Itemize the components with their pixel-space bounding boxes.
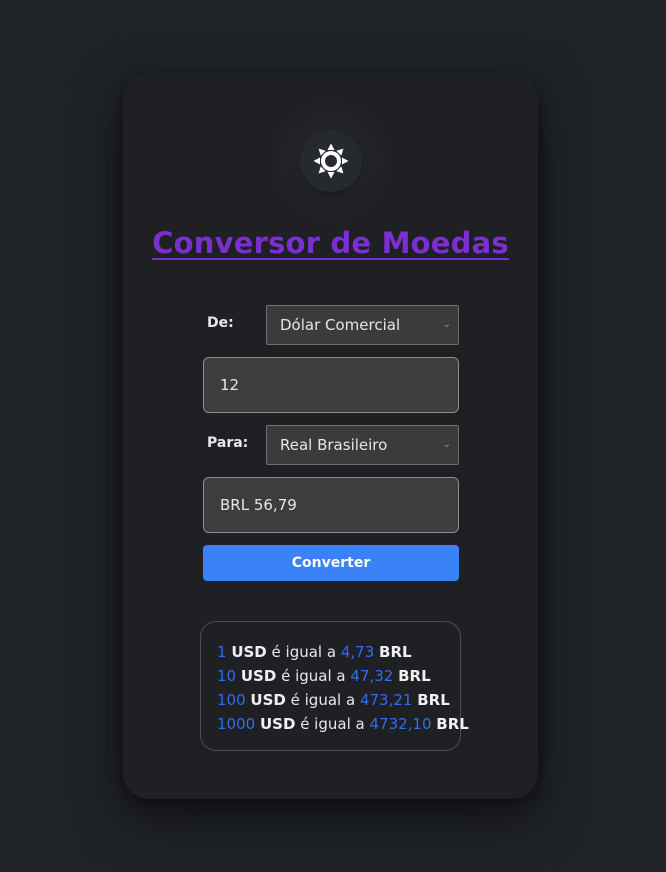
converter-card: Conversor de Moedas De: Dólar Comercial … <box>123 73 538 799</box>
rate-from-currency: USD <box>250 691 286 709</box>
amount-input[interactable]: 12 <box>203 357 459 413</box>
rate-from-currency: USD <box>240 667 277 685</box>
sun-icon <box>313 143 349 179</box>
to-currency-select[interactable]: Real Brasileiro ⌄ <box>266 425 459 465</box>
rate-value: 47,32 <box>350 667 394 685</box>
rate-line: 1 USD é igual a 4,73 BRL <box>217 640 460 664</box>
rate-text: é igual a <box>271 643 337 661</box>
chevron-down-icon: ⌄ <box>442 439 451 450</box>
rate-amount: 100 <box>217 691 246 709</box>
rate-line: 100 USD é igual a 473,21 BRL <box>217 688 460 712</box>
rate-amount: 1 <box>217 643 227 661</box>
rate-value: 473,21 <box>359 691 413 709</box>
rate-to-currency: BRL <box>417 691 450 709</box>
rate-to-currency: BRL <box>398 667 431 685</box>
rate-text: é igual a <box>300 715 365 733</box>
from-currency-select[interactable]: Dólar Comercial ⌄ <box>266 305 459 345</box>
rate-amount: 10 <box>217 667 237 685</box>
rate-line: 10 USD é igual a 47,32 BRL <box>217 664 460 688</box>
from-currency-value: Dólar Comercial <box>280 316 401 334</box>
rate-from-currency: USD <box>231 643 267 661</box>
from-row: De: Dólar Comercial ⌄ <box>203 305 459 345</box>
to-label: Para: <box>207 435 249 451</box>
convert-button[interactable]: Converter <box>203 545 459 581</box>
rate-value: 4732,10 <box>369 715 432 733</box>
result-field[interactable]: BRL 56,79 <box>203 477 459 533</box>
page-title: Conversor de Moedas <box>152 226 509 260</box>
to-currency-value: Real Brasileiro <box>280 436 388 454</box>
rate-to-currency: BRL <box>379 643 412 661</box>
rate-text: é igual a <box>290 691 356 709</box>
rate-text: é igual a <box>281 667 346 685</box>
rate-from-currency: USD <box>259 715 296 733</box>
rate-amount: 1000 <box>217 715 256 733</box>
rate-value: 4,73 <box>340 643 375 661</box>
chevron-down-icon: ⌄ <box>442 319 451 330</box>
from-label: De: <box>207 315 234 331</box>
to-row: Para: Real Brasileiro ⌄ <box>203 425 459 465</box>
rate-to-currency: BRL <box>436 715 469 733</box>
quick-rates-panel: 1 USD é igual a 4,73 BRL 10 USD é igual … <box>200 621 469 751</box>
rate-line: 1000 USD é igual a 4732,10 BRL <box>217 712 469 736</box>
theme-toggle-button[interactable] <box>300 130 362 192</box>
